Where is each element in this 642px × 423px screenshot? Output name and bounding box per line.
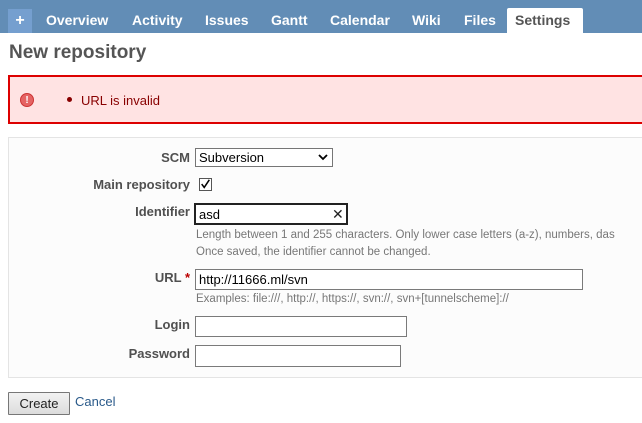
page-title: New repository <box>9 42 147 63</box>
project-menu: + Overview Activity Issues Gantt Calenda… <box>0 0 642 33</box>
scm-select[interactable]: Subversion <box>195 148 333 167</box>
tab-settings[interactable]: Settings <box>507 8 583 33</box>
main-repository-label: Main repository <box>93 177 190 192</box>
error-message: URL is invalid <box>81 93 160 108</box>
main-repository-checkbox[interactable] <box>199 178 212 191</box>
new-object-button[interactable]: + <box>8 9 32 33</box>
password-label: Password <box>128 346 190 361</box>
error-explanation: ! URL is invalid <box>8 75 642 124</box>
identifier-field[interactable] <box>194 203 348 225</box>
scm-selected-value: Subversion <box>199 150 265 165</box>
error-icon: ! <box>20 93 34 107</box>
tab-calendar[interactable]: Calendar <box>322 8 398 33</box>
identifier-hint-locked: Once saved, the identifier cannot be cha… <box>196 246 431 258</box>
tab-gantt[interactable]: Gantt <box>263 8 316 33</box>
password-field[interactable] <box>195 345 401 367</box>
cancel-link[interactable]: Cancel <box>75 394 115 409</box>
clear-field-icon[interactable]: ✕ <box>332 206 344 222</box>
checkmark-icon <box>201 179 210 189</box>
tab-activity[interactable]: Activity <box>124 8 191 33</box>
tab-wiki[interactable]: Wiki <box>404 8 449 33</box>
login-label: Login <box>154 317 190 332</box>
url-label-text: URL <box>154 270 182 285</box>
bullet-icon <box>67 97 72 102</box>
create-button[interactable]: Create <box>8 392 70 415</box>
url-hint: Examples: file:///, http://, https://, s… <box>196 293 509 305</box>
scm-label: SCM <box>161 150 190 165</box>
tab-issues[interactable]: Issues <box>197 8 257 33</box>
chevron-down-icon <box>318 154 328 161</box>
required-mark: * <box>184 270 190 285</box>
url-label: URL * <box>5 270 190 285</box>
login-field[interactable] <box>195 316 407 337</box>
url-field[interactable] <box>195 269 583 290</box>
tab-overview[interactable]: Overview <box>38 8 116 33</box>
identifier-label: Identifier <box>135 204 190 219</box>
tab-files[interactable]: Files <box>456 8 504 33</box>
identifier-hint: Length between 1 and 255 characters. Onl… <box>196 229 615 241</box>
